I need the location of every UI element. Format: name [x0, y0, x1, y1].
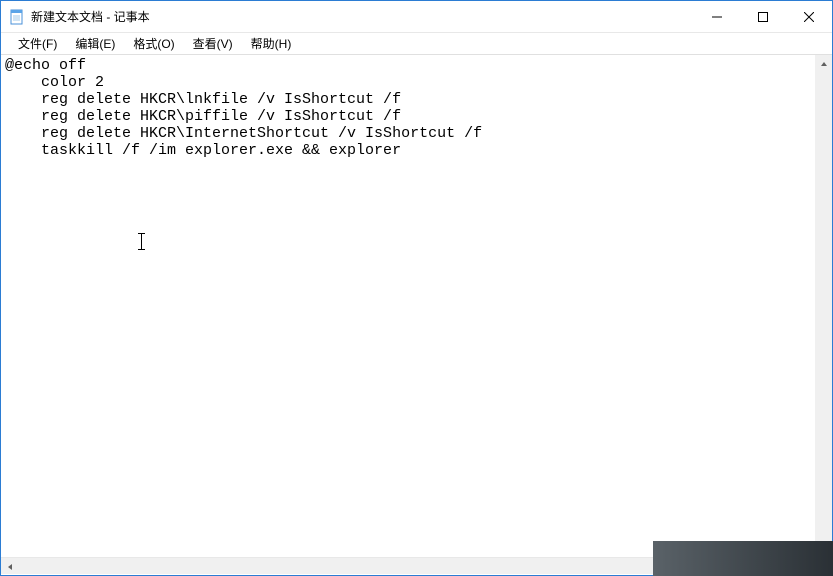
maximize-button[interactable] — [740, 1, 786, 32]
overlay-watermark — [653, 541, 833, 576]
menu-help[interactable]: 帮助(H) — [242, 33, 301, 54]
editor-area: @echo off color 2 reg delete HKCR\lnkfil… — [1, 55, 832, 557]
menu-view[interactable]: 查看(V) — [184, 33, 242, 54]
menubar: 文件(F) 编辑(E) 格式(O) 查看(V) 帮助(H) — [1, 33, 832, 55]
menu-format[interactable]: 格式(O) — [124, 33, 183, 54]
minimize-button[interactable] — [694, 1, 740, 32]
titlebar-left: 新建文本文档 - 记事本 — [1, 8, 150, 25]
titlebar: 新建文本文档 - 记事本 — [1, 1, 832, 33]
window-title: 新建文本文档 - 记事本 — [31, 8, 150, 25]
window-controls — [694, 1, 832, 32]
menu-edit[interactable]: 编辑(E) — [66, 33, 124, 54]
scroll-up-arrow-icon[interactable] — [815, 55, 832, 72]
menu-file[interactable]: 文件(F) — [9, 33, 66, 54]
notepad-icon — [9, 9, 25, 25]
scroll-left-arrow-icon[interactable] — [1, 558, 18, 575]
vertical-scroll-track[interactable] — [815, 72, 832, 540]
text-cursor — [141, 233, 142, 250]
vertical-scrollbar[interactable] — [815, 55, 832, 557]
text-editor[interactable]: @echo off color 2 reg delete HKCR\lnkfil… — [1, 55, 815, 557]
close-button[interactable] — [786, 1, 832, 32]
